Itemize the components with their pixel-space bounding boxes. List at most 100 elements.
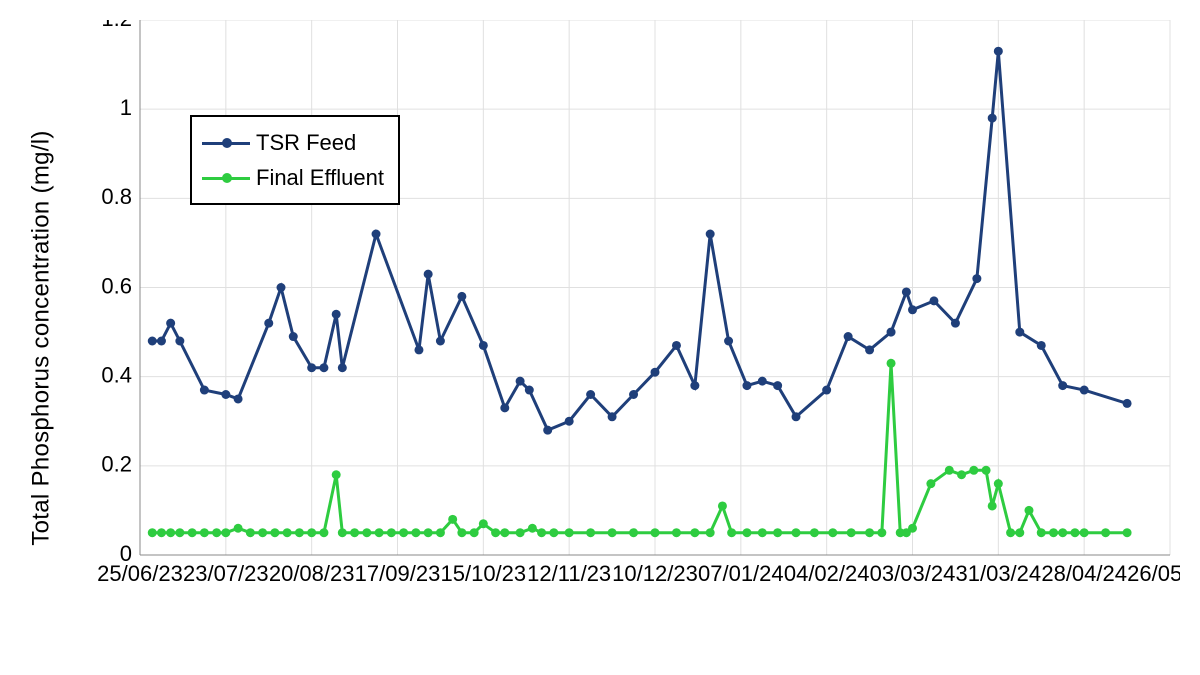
data-point bbox=[945, 466, 954, 475]
data-point bbox=[424, 528, 433, 537]
data-point bbox=[148, 528, 157, 537]
data-point bbox=[847, 528, 856, 537]
data-point bbox=[188, 528, 197, 537]
data-point bbox=[258, 528, 267, 537]
data-point bbox=[929, 296, 938, 305]
data-point bbox=[724, 337, 733, 346]
x-tick-label: 17/09/23 bbox=[355, 561, 441, 586]
data-point bbox=[264, 319, 273, 328]
data-point bbox=[424, 270, 433, 279]
data-point bbox=[375, 528, 384, 537]
data-point bbox=[491, 528, 500, 537]
data-point bbox=[387, 528, 396, 537]
data-point bbox=[690, 528, 699, 537]
data-point bbox=[436, 337, 445, 346]
data-point bbox=[1080, 528, 1089, 537]
data-point bbox=[319, 528, 328, 537]
x-tick-label: 31/03/24 bbox=[956, 561, 1042, 586]
data-point bbox=[969, 466, 978, 475]
data-point bbox=[157, 528, 166, 537]
data-point bbox=[399, 528, 408, 537]
data-point bbox=[706, 230, 715, 239]
x-tick-label: 23/07/23 bbox=[183, 561, 269, 586]
data-point bbox=[865, 345, 874, 354]
y-tick-label: 0.6 bbox=[101, 273, 132, 298]
data-point bbox=[166, 319, 175, 328]
data-point bbox=[500, 403, 509, 412]
phosphorus-chart: Total Phosphorus concentration (mg/l) TS… bbox=[0, 0, 1200, 675]
data-point bbox=[221, 390, 230, 399]
data-point bbox=[608, 528, 617, 537]
data-point bbox=[362, 528, 371, 537]
data-point bbox=[1024, 506, 1033, 515]
legend-glyph-icon bbox=[202, 134, 250, 152]
x-tick-label: 15/10/23 bbox=[441, 561, 527, 586]
data-point bbox=[877, 528, 886, 537]
data-point bbox=[773, 528, 782, 537]
data-point bbox=[988, 114, 997, 123]
data-point bbox=[525, 386, 534, 395]
y-tick-label: 1 bbox=[120, 95, 132, 120]
data-point bbox=[200, 386, 209, 395]
data-point bbox=[411, 528, 420, 537]
data-point bbox=[543, 426, 552, 435]
data-point bbox=[565, 528, 574, 537]
data-point bbox=[457, 528, 466, 537]
data-point bbox=[516, 377, 525, 386]
data-point bbox=[758, 377, 767, 386]
data-point bbox=[175, 337, 184, 346]
data-point bbox=[951, 319, 960, 328]
data-point bbox=[350, 528, 359, 537]
data-point bbox=[295, 528, 304, 537]
data-point bbox=[148, 337, 157, 346]
data-point bbox=[157, 337, 166, 346]
x-tick-label: 10/12/23 bbox=[612, 561, 698, 586]
data-point bbox=[338, 363, 347, 372]
data-point bbox=[270, 528, 279, 537]
data-point bbox=[887, 328, 896, 337]
data-point bbox=[988, 501, 997, 510]
data-point bbox=[672, 528, 681, 537]
x-tick-label: 26/05/24 bbox=[1127, 561, 1180, 586]
data-point bbox=[887, 359, 896, 368]
data-point bbox=[1123, 399, 1132, 408]
data-point bbox=[372, 230, 381, 239]
data-point bbox=[565, 417, 574, 426]
data-point bbox=[516, 528, 525, 537]
data-point bbox=[414, 345, 423, 354]
data-point bbox=[234, 394, 243, 403]
data-point bbox=[792, 412, 801, 421]
x-tick-label: 25/06/23 bbox=[97, 561, 183, 586]
data-point bbox=[479, 341, 488, 350]
data-point bbox=[500, 528, 509, 537]
data-point bbox=[338, 528, 347, 537]
data-point bbox=[742, 528, 751, 537]
data-point bbox=[549, 528, 558, 537]
data-point bbox=[332, 470, 341, 479]
x-tick-label: 04/02/24 bbox=[784, 561, 870, 586]
plot-area: 00.20.40.60.811.225/06/2323/07/2320/08/2… bbox=[90, 20, 1180, 595]
data-point bbox=[810, 528, 819, 537]
legend-label: TSR Feed bbox=[256, 125, 356, 160]
x-tick-label: 12/11/23 bbox=[527, 561, 611, 586]
data-point bbox=[175, 528, 184, 537]
data-point bbox=[221, 528, 230, 537]
data-point bbox=[1037, 341, 1046, 350]
y-tick-label: 0.4 bbox=[101, 362, 132, 387]
data-point bbox=[289, 332, 298, 341]
data-point bbox=[1123, 528, 1132, 537]
data-point bbox=[608, 412, 617, 421]
data-point bbox=[994, 479, 1003, 488]
chart-svg: 00.20.40.60.811.225/06/2323/07/2320/08/2… bbox=[90, 20, 1180, 595]
data-point bbox=[1058, 528, 1067, 537]
data-point bbox=[908, 524, 917, 533]
data-point bbox=[994, 47, 1003, 56]
data-point bbox=[283, 528, 292, 537]
data-point bbox=[690, 381, 699, 390]
data-point bbox=[479, 519, 488, 528]
data-point bbox=[586, 528, 595, 537]
data-point bbox=[651, 368, 660, 377]
data-point bbox=[957, 470, 966, 479]
y-tick-label: 0.8 bbox=[101, 184, 132, 209]
data-point bbox=[972, 274, 981, 283]
